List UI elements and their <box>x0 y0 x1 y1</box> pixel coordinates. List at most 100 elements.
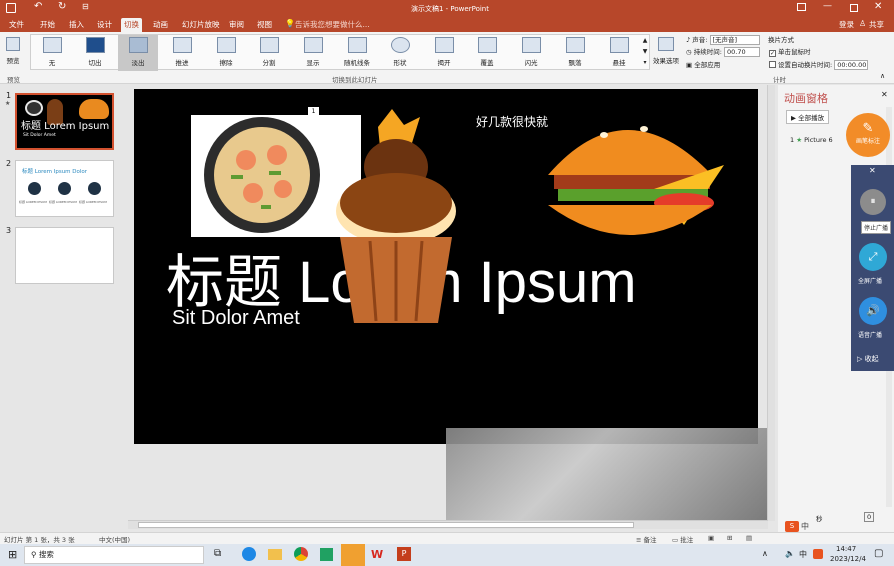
wps-sheet-icon[interactable] <box>320 548 333 561</box>
apply-all-button[interactable]: ▣ 全部应用 <box>686 59 720 69</box>
ime-mode[interactable]: 中 <box>801 521 809 532</box>
after-checkbox[interactable] <box>769 61 776 68</box>
save-icon[interactable] <box>6 3 16 13</box>
edge-icon[interactable] <box>242 547 256 561</box>
sorter-view-icon[interactable]: ⊞ <box>727 534 732 542</box>
normal-view-icon[interactable]: ▣ <box>708 534 714 542</box>
transition-none[interactable]: 无 <box>32 35 72 71</box>
tab-review[interactable]: 审阅 <box>226 18 247 32</box>
collapse-button[interactable]: ▷ 收起 <box>857 354 879 364</box>
after-input[interactable]: 00:00.00 <box>834 60 869 70</box>
anim-star-icon: ★ <box>796 136 803 144</box>
transition-random-bars-icon <box>347 37 367 53</box>
play-all-button[interactable]: ▶ 全部播放 <box>786 110 830 124</box>
transition-cut[interactable]: 切出 <box>75 35 115 71</box>
wps-office-icon[interactable]: W <box>371 548 383 561</box>
gallery-scroll[interactable]: ▲ ▼ ▾ <box>641 35 649 69</box>
thumb-star-icon: ★ <box>5 100 11 107</box>
brush-annotate-button[interactable]: ✎ 画笔标注 <box>846 113 890 157</box>
transition-fade[interactable]: 淡出 <box>118 35 158 71</box>
redo-icon[interactable]: ↻ <box>58 1 66 12</box>
transition-label: 形状 <box>393 59 407 67</box>
thumb2-caption-1: 标题 LOREM IPSUM <box>19 200 47 204</box>
transition-random-bars[interactable]: 随机线条 <box>337 35 377 71</box>
minimize-icon[interactable]: — <box>823 1 832 11</box>
duration-input[interactable]: 00.70 <box>724 47 761 57</box>
tell-me-search[interactable]: 告诉我您想要做什么... <box>292 18 373 32</box>
transition-split-icon <box>259 37 279 53</box>
transition-uncover[interactable]: 揭开 <box>424 35 464 71</box>
slide-subtitle[interactable]: Sit Dolor Amet <box>172 307 300 330</box>
clock-time[interactable]: 14:47 <box>836 545 856 553</box>
transition-reveal[interactable]: 显示 <box>293 35 333 71</box>
transition-split[interactable]: 分割 <box>249 35 289 71</box>
taskbar-search[interactable]: ⚲ 搜索 <box>24 546 204 564</box>
slide-thumb-3[interactable] <box>15 227 114 284</box>
tab-design[interactable]: 设计 <box>94 18 115 32</box>
collapse-ribbon-icon[interactable]: ∧ <box>880 72 885 80</box>
on-click-row[interactable]: ✓ 单击鼠标时 <box>769 46 811 57</box>
tab-transitions[interactable]: 切换 <box>121 18 142 32</box>
preview-button[interactable]: 预览 <box>1 35 25 71</box>
transition-flash[interactable]: 闪光 <box>511 35 551 71</box>
notes-button[interactable]: ≡ 备注 <box>636 534 657 544</box>
effect-options-button[interactable]: 效果选项 <box>651 35 681 71</box>
chrome-icon[interactable] <box>294 547 308 561</box>
tab-insert[interactable]: 插入 <box>66 18 87 32</box>
vertical-scrollbar[interactable] <box>767 85 775 521</box>
stop-broadcast-button[interactable]: ⏸ <box>860 189 886 215</box>
task-view-icon[interactable]: ⧉ <box>214 548 221 559</box>
tab-slideshow[interactable]: 幻灯片放映 <box>179 18 223 32</box>
ime-logo-icon[interactable]: S <box>785 521 799 532</box>
customize-icon[interactable]: ⊟ <box>82 2 89 11</box>
tab-view[interactable]: 视图 <box>254 18 275 32</box>
file-explorer-icon[interactable] <box>268 549 282 560</box>
close-icon[interactable]: ✕ <box>874 1 882 12</box>
transition-wipe[interactable]: 擦除 <box>206 35 246 71</box>
fullscreen-broadcast-button[interactable]: ⤢ <box>859 243 887 271</box>
pane-close-icon[interactable]: ✕ <box>881 90 888 99</box>
sound-select[interactable]: [无声音] <box>709 35 760 45</box>
windows-start-icon[interactable]: ⊞ <box>8 548 17 561</box>
timeline-zero[interactable]: 0 <box>864 512 875 522</box>
city-image-overflow[interactable] <box>446 428 768 520</box>
tab-file[interactable]: 文件 <box>6 18 27 32</box>
powerpoint-icon[interactable]: P <box>397 547 411 561</box>
h-scroll-thumb[interactable] <box>138 522 634 528</box>
slide-thumb-1[interactable]: 标题 Lorem Ipsum Sit Dolor Amet <box>15 93 114 150</box>
clock-date[interactable]: 2023/12/4 <box>830 555 866 563</box>
cupcake-icon[interactable] <box>320 107 466 329</box>
transition-fall-over[interactable]: 飘落 <box>555 35 595 71</box>
ribbon: 预览 预览 无 切出 淡出 推进 擦除 分割 显示 随机线条 形状 揭开 覆盖 … <box>0 32 894 84</box>
notification-icon[interactable]: ▢ <box>874 548 883 559</box>
active-app-icon[interactable] <box>341 544 365 566</box>
transition-shape[interactable]: 形状 <box>380 35 420 71</box>
voice-broadcast-button[interactable]: 🔊 <box>859 297 887 325</box>
maximize-icon[interactable] <box>850 4 858 12</box>
toolbar-close-icon[interactable]: ✕ <box>869 166 876 175</box>
on-click-checkbox[interactable]: ✓ <box>769 50 776 57</box>
horizontal-scrollbar[interactable] <box>128 520 768 529</box>
tray-ime-icon[interactable] <box>813 549 823 559</box>
slide-thumb-2[interactable]: 标题 Lorem Ipsum Dolor 标题 LOREM IPSUM 标题 L… <box>15 160 114 217</box>
transition-hang[interactable]: 悬挂 <box>599 35 639 71</box>
transition-label: 淡出 <box>131 59 145 67</box>
reading-view-icon[interactable]: ▤ <box>746 534 752 542</box>
comments-button[interactable]: ▭ 批注 <box>672 534 693 544</box>
burger-icon[interactable] <box>534 105 730 255</box>
transition-cover[interactable]: 覆盖 <box>467 35 507 71</box>
animation-item[interactable]: 1 ★ Picture 6 <box>790 136 833 144</box>
tab-home[interactable]: 开始 <box>37 18 58 32</box>
tray-chevron-icon[interactable]: ∧ <box>762 549 768 558</box>
tray-sound-icon[interactable]: 🔈 <box>785 549 795 558</box>
share-button[interactable]: 共享 <box>866 18 887 32</box>
undo-icon[interactable]: ↶ <box>34 1 42 12</box>
thumb1-plate-icon <box>25 100 43 116</box>
transition-push[interactable]: 推进 <box>162 35 202 71</box>
thumb-number-2: 2 <box>6 159 12 168</box>
language-status[interactable]: 中文(中国) <box>99 534 130 544</box>
tray-lang[interactable]: 中 <box>799 549 807 560</box>
login-link[interactable]: 登录 <box>836 18 857 32</box>
ribbon-options-icon[interactable] <box>797 3 806 11</box>
tab-animations[interactable]: 动画 <box>150 18 171 32</box>
